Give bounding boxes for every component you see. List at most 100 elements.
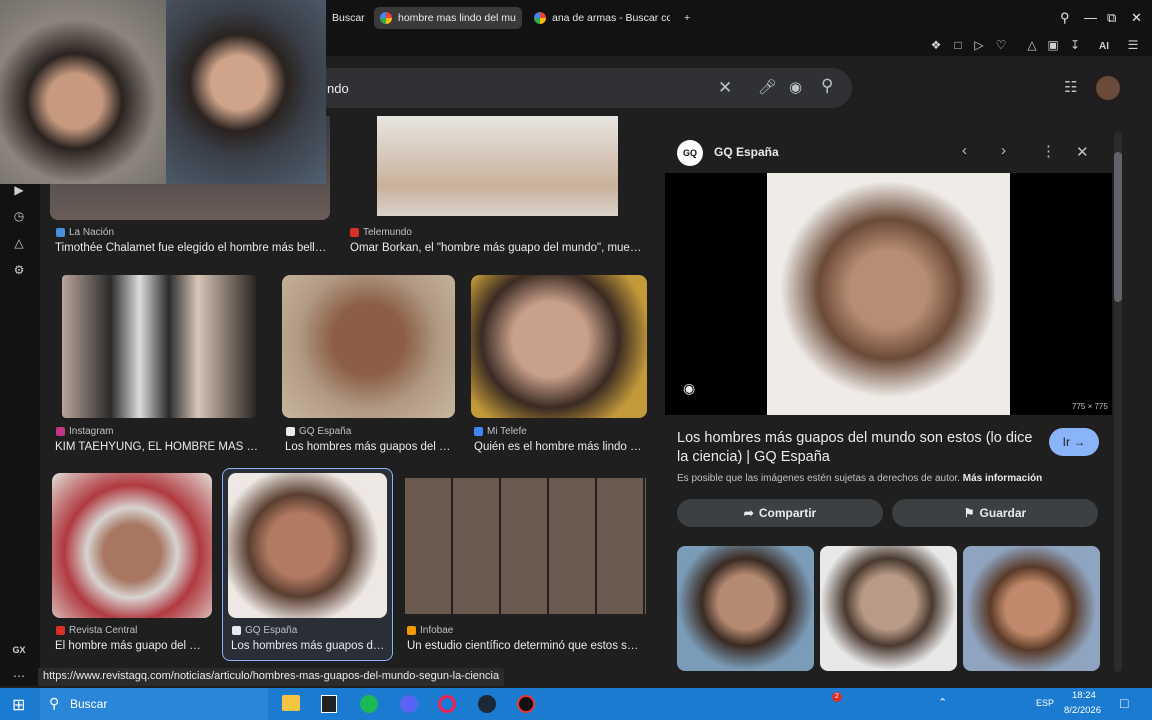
tab-ana-de-armas[interactable]: ana de armas - Buscar co xyxy=(528,7,670,29)
status-url: https://www.revistagq.com/noticias/artic… xyxy=(38,668,505,686)
download-icon[interactable]: ↧ xyxy=(1067,37,1083,53)
heart-icon[interactable]: ♡ xyxy=(993,37,1009,53)
restore-icon[interactable]: ⧉ xyxy=(1107,10,1116,26)
close-window-icon[interactable]: ✕ xyxy=(1131,10,1142,26)
notifications-icon[interactable]: □ xyxy=(1120,695,1128,711)
panel-scrollbar[interactable] xyxy=(1114,132,1122,672)
source-favicon-icon xyxy=(56,427,65,436)
snapshot-icon[interactable]: □ xyxy=(950,37,966,53)
share-button[interactable]: ➦ Compartir xyxy=(677,499,883,527)
save-button[interactable]: ⚑ Guardar xyxy=(892,499,1098,527)
extensions-icon[interactable]: △ xyxy=(1024,37,1040,53)
file-explorer-icon[interactable] xyxy=(282,695,300,711)
source-label: Mi Telefe xyxy=(487,426,527,437)
result-caption[interactable]: El hombre más guapo del … xyxy=(55,640,215,652)
windows-start-icon[interactable]: ⊞ xyxy=(12,695,25,715)
result-caption[interactable]: Timothée Chalamet fue elegido el hombre … xyxy=(55,242,330,254)
result-caption[interactable]: Omar Borkan, el "hombre más guapo del mu… xyxy=(350,242,646,254)
taskbar-search[interactable]: ⚲ Buscar xyxy=(40,688,268,720)
related-image[interactable] xyxy=(820,546,957,671)
play-icon[interactable]: ▷ xyxy=(971,37,987,53)
result-image[interactable] xyxy=(52,473,212,618)
obs-icon[interactable] xyxy=(517,695,535,713)
steam-icon[interactable] xyxy=(478,695,496,713)
next-icon[interactable]: › xyxy=(1001,142,1006,159)
search-icon: ⚲ xyxy=(49,695,60,711)
panel-title[interactable]: Los hombres más guapos del mundo son est… xyxy=(677,429,1047,467)
tab-hombre-mas-lindo[interactable]: hombre mas lindo del mu xyxy=(374,7,522,29)
result-caption[interactable]: Un estudio científico determinó que esto… xyxy=(407,640,647,652)
player-icon[interactable]: ▶ xyxy=(11,182,27,198)
notification-badge: 2 xyxy=(832,692,842,702)
result-source: Instagram xyxy=(56,426,113,437)
tab-buscar[interactable]: Buscar xyxy=(326,7,366,29)
clock-date[interactable]: 8/2/2026 xyxy=(1064,705,1101,716)
result-caption[interactable]: Los hombres más guapos d… xyxy=(231,640,386,652)
menu-icon[interactable]: ☰ xyxy=(1125,37,1141,53)
go-button[interactable]: Ir → xyxy=(1049,428,1099,456)
previous-icon[interactable]: ‹ xyxy=(962,142,967,159)
source-label: GQ España xyxy=(245,625,298,636)
preview-image[interactable] xyxy=(767,173,1010,415)
chevron-up-icon[interactable]: ⌃ xyxy=(938,696,947,709)
microphone-icon[interactable]: 🎤︎ xyxy=(758,78,777,96)
result-source: GQ España xyxy=(286,426,351,437)
result-image[interactable] xyxy=(377,116,618,216)
result-image[interactable] xyxy=(228,473,387,618)
avatar[interactable] xyxy=(1096,76,1120,100)
source-favicon-icon xyxy=(232,626,241,635)
image-dimensions: 775 × 775 xyxy=(1072,402,1108,411)
search-icon[interactable]: ⚲ xyxy=(821,76,833,96)
spotify-icon[interactable] xyxy=(360,695,378,713)
tab-label: hombre mas lindo del mu xyxy=(398,12,516,24)
more-options-icon[interactable]: ⋮ xyxy=(1041,142,1056,160)
copyright-text: Es posible que las imágenes estén sujeta… xyxy=(677,473,960,484)
result-caption[interactable]: KIM TAEHYUNG, EL HOMBRE MÁS … xyxy=(55,441,260,453)
panel-source[interactable]: GQ España xyxy=(714,145,779,159)
webcam-person-right xyxy=(166,0,326,184)
minimize-icon[interactable]: — xyxy=(1084,10,1097,25)
result-image[interactable] xyxy=(471,275,647,418)
ai-button[interactable]: AI xyxy=(1091,37,1117,53)
source-favicon-icon xyxy=(350,228,359,237)
source-label: Telemundo xyxy=(363,227,412,238)
source-label: GQ España xyxy=(299,426,352,437)
lens-icon[interactable]: ◉ xyxy=(789,78,802,96)
lens-search-icon[interactable]: ◉ xyxy=(683,380,695,397)
result-image[interactable] xyxy=(405,478,646,614)
result-image[interactable] xyxy=(62,275,256,418)
source-favicon-icon xyxy=(407,626,416,635)
clear-search-icon[interactable]: ✕ xyxy=(718,78,732,98)
tab-label: ana de armas - Buscar co xyxy=(552,12,670,24)
more-info-link[interactable]: Más información xyxy=(963,473,1042,484)
source-label: La Nación xyxy=(69,227,115,238)
result-image[interactable] xyxy=(282,275,455,418)
settings-icon[interactable]: ⚙ xyxy=(11,262,27,278)
result-source: Revista Central xyxy=(56,625,137,636)
language-indicator[interactable]: ESP xyxy=(1036,698,1054,708)
plus-icon: + xyxy=(684,12,691,24)
apps-icon[interactable]: ☷ xyxy=(1064,78,1077,96)
epic-games-icon[interactable] xyxy=(321,695,337,713)
wallet-icon[interactable]: ▣ xyxy=(1045,37,1061,53)
go-label: Ir xyxy=(1062,435,1070,449)
close-panel-icon[interactable]: ✕ xyxy=(1076,143,1089,161)
related-image[interactable] xyxy=(677,546,814,671)
discord-icon[interactable] xyxy=(400,695,418,713)
opera-gx-icon[interactable] xyxy=(438,695,456,713)
more-icon[interactable]: ⋯ xyxy=(11,668,27,684)
pin-icon[interactable]: ❖ xyxy=(928,37,944,53)
source-label: Revista Central xyxy=(69,625,138,636)
extensions-sidebar-icon[interactable]: △ xyxy=(11,235,27,251)
search-tabs-icon[interactable]: ⚲ xyxy=(1060,10,1070,26)
related-image[interactable] xyxy=(963,546,1100,671)
result-source: La Nación xyxy=(56,227,114,238)
result-source: Infobae xyxy=(407,625,453,636)
new-tab-button[interactable]: + xyxy=(678,7,698,29)
source-label: Instagram xyxy=(69,426,114,437)
gq-logo-icon: GQ xyxy=(677,140,703,166)
result-caption[interactable]: Quién es el hombre más lindo … xyxy=(474,441,647,453)
history-icon[interactable]: ◷ xyxy=(11,208,27,224)
result-caption[interactable]: Los hombres más guapos del … xyxy=(285,441,455,453)
clock-time[interactable]: 18:24 xyxy=(1072,690,1096,701)
